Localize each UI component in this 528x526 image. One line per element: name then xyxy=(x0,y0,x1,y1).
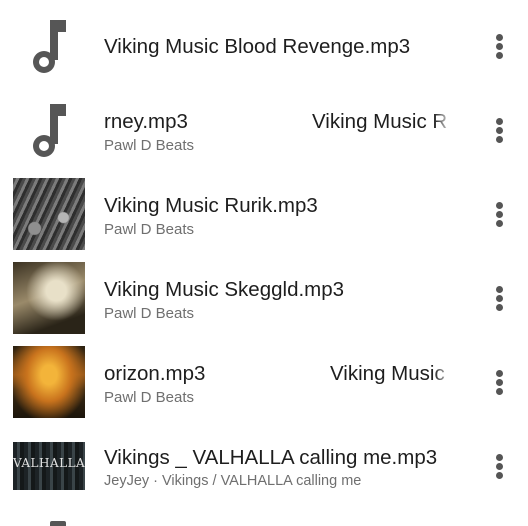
track-subtitle: Pawl D Beats xyxy=(104,221,195,238)
album-art xyxy=(13,262,85,334)
more-options-icon[interactable] xyxy=(490,452,510,480)
track-title-marquee: rney.mp3 Viking Music R xyxy=(104,110,452,136)
track-subtitle: Pawl D Beats xyxy=(104,389,195,406)
marquee-text-b: Viking Music xyxy=(330,362,445,385)
list-item[interactable]: Viking Music Blood Revenge.mp3 xyxy=(0,4,528,88)
marquee-text-a: rney.mp3 xyxy=(104,110,188,133)
list-item[interactable]: Viking Music Skeggld.mp3 Pawl D Beats xyxy=(0,256,528,340)
list-item[interactable]: rney.mp3 Viking Music R Pawl D Beats xyxy=(0,88,528,172)
marquee-text-a: orizon.mp3 xyxy=(104,362,206,385)
album-art-text: VALHALLA xyxy=(13,456,85,470)
track-title: Viking Music Skeggld.mp3 xyxy=(104,278,345,301)
track-title: Vikings _ VALHALLA calling me.mp3 xyxy=(104,446,438,469)
music-note-icon xyxy=(33,20,66,73)
list-item[interactable]: orizon.mp3 Viking Music Pawl D Beats xyxy=(0,340,528,424)
more-options-icon[interactable] xyxy=(490,32,510,60)
more-options-icon[interactable] xyxy=(490,116,510,144)
marquee-text-b: Viking Music R xyxy=(312,110,448,133)
track-title: Viking Music Rurik.mp3 xyxy=(104,194,318,217)
album-art: VALHALLA xyxy=(13,442,85,490)
list-item[interactable]: VALHALLA Vikings _ VALHALLA calling me.m… xyxy=(0,424,528,508)
album-art xyxy=(13,178,85,250)
track-title-marquee: orizon.mp3 Viking Music xyxy=(104,362,452,388)
more-options-icon[interactable] xyxy=(490,284,510,312)
music-note-icon xyxy=(33,104,66,157)
track-subtitle: Pawl D Beats xyxy=(104,305,195,322)
more-options-icon[interactable] xyxy=(490,200,510,228)
music-note-icon xyxy=(50,521,66,526)
track-title: Viking Music Blood Revenge.mp3 xyxy=(104,35,411,58)
track-subtitle: Pawl D Beats xyxy=(104,137,195,154)
album-art xyxy=(13,346,85,418)
more-options-icon[interactable] xyxy=(490,368,510,396)
list-item[interactable]: Viking Music Rurik.mp3 Pawl D Beats xyxy=(0,172,528,256)
track-subtitle: JeyJey · Vikings / VALHALLA calling me xyxy=(104,473,362,489)
